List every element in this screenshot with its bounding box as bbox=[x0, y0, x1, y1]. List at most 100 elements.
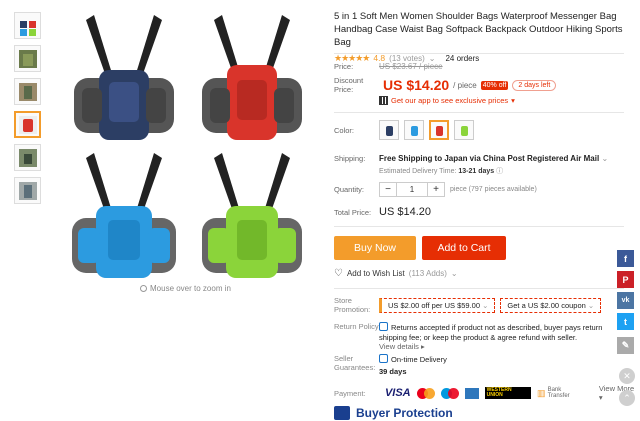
thumbnail-3[interactable] bbox=[14, 78, 41, 105]
shield-icon bbox=[334, 406, 350, 420]
thumbnail-6[interactable] bbox=[14, 177, 41, 204]
wishlist-row[interactable]: ♡ Add to Wish List (113 Adds) ⌄ bbox=[334, 268, 458, 279]
buy-now-button[interactable]: Buy Now bbox=[334, 236, 416, 260]
qr-code-icon bbox=[379, 96, 388, 105]
caret-down-icon: ▾ bbox=[511, 96, 515, 105]
divider bbox=[334, 226, 624, 227]
discount-price-row: Discount Price: US $14.20 / piece 40% of… bbox=[334, 76, 557, 94]
delivery-label: Estimated Delivery Time: bbox=[379, 168, 457, 175]
coupon-2-text: Get a US $2.00 coupon bbox=[507, 300, 586, 310]
buyer-protection-text: Buyer Protection bbox=[356, 406, 453, 420]
add-to-cart-button[interactable]: Add to Cart bbox=[422, 236, 506, 260]
original-price: US $23.67 / piece bbox=[379, 62, 443, 71]
color-swatch-red[interactable] bbox=[429, 120, 449, 140]
price-label: Price: bbox=[334, 62, 354, 71]
chevron-down-icon: ⌄ bbox=[482, 300, 489, 310]
maestro-icon bbox=[440, 387, 459, 399]
thumbnail-2[interactable] bbox=[14, 45, 41, 72]
shipping-row: Shipping: Free Shipping to Japan via Chi… bbox=[334, 154, 608, 176]
product-title: 5 in 1 Soft Men Women Shoulder Bags Wate… bbox=[334, 11, 623, 48]
return-icon bbox=[379, 322, 388, 331]
delivery-days: 13-21 days bbox=[458, 168, 495, 175]
shipping-text: Free Shipping to Japan via China Post Re… bbox=[379, 154, 600, 163]
payment-row: Payment: VISA WESTERN UNION ▥ Bank Transf… bbox=[334, 384, 640, 402]
color-swatches bbox=[379, 120, 479, 140]
magnifier-icon bbox=[140, 285, 147, 292]
view-details-link[interactable]: View details ▸ bbox=[379, 342, 625, 352]
color-swatch-navy[interactable] bbox=[379, 120, 399, 140]
western-union-icon: WESTERN UNION bbox=[484, 387, 532, 399]
available-pieces: piece (797 pieces available) bbox=[450, 186, 537, 193]
thumbnail-5[interactable] bbox=[14, 144, 41, 171]
app-promo-text: Get our app to see exclusive prices bbox=[391, 96, 509, 105]
mastercard-icon bbox=[416, 387, 435, 399]
divider bbox=[334, 288, 624, 289]
discount-price-label: Discount Price: bbox=[334, 76, 364, 94]
pinterest-share-icon[interactable]: P bbox=[617, 271, 634, 288]
wishlist-label: Add to Wish List bbox=[346, 269, 405, 278]
product-info-panel: 5 in 1 Soft Men Women Shoulder Bags Wate… bbox=[334, 10, 634, 64]
shipping-label: Shipping: bbox=[334, 154, 366, 163]
bank-transfer-text: Bank Transfer bbox=[547, 387, 570, 399]
thumbnail-1[interactable] bbox=[14, 12, 41, 39]
color-swatch-blue[interactable] bbox=[404, 120, 424, 140]
main-product-image[interactable] bbox=[56, 8, 314, 286]
delivery-icon bbox=[379, 354, 388, 363]
scroll-top-icon[interactable]: ⌃ bbox=[619, 390, 635, 406]
price-unit: / piece bbox=[453, 80, 477, 90]
decrease-button[interactable]: − bbox=[380, 184, 396, 195]
price-row: Price: US $23.67 / piece bbox=[334, 62, 443, 71]
increase-button[interactable]: + bbox=[428, 184, 444, 195]
coupon-store-discount[interactable]: US $2.00 off per US $59.00 ⌄ bbox=[379, 297, 496, 313]
return-policy-row: Return Policy Returns accepted if produc… bbox=[334, 322, 625, 352]
facebook-share-icon[interactable]: f bbox=[617, 250, 634, 267]
guarantee-days: 39 days bbox=[379, 366, 407, 376]
orders-count: 24 orders bbox=[445, 53, 480, 63]
coupon-get-button[interactable]: Get a US $2.00 coupon ⌄ bbox=[500, 297, 602, 313]
return-policy-text: Returns accepted if product not as descr… bbox=[379, 323, 603, 342]
guarantee-item: On-time Delivery bbox=[391, 355, 447, 364]
thumbnail-strip bbox=[14, 12, 44, 210]
buyer-protection-heading[interactable]: Buyer Protection bbox=[334, 406, 453, 420]
days-left-badge: 2 days left bbox=[512, 79, 557, 91]
color-row: Color: bbox=[334, 120, 479, 140]
wishlist-count: (113 Adds) bbox=[408, 269, 447, 278]
total-price: US $14.20 bbox=[379, 206, 431, 218]
quantity-row: Quantity: − 1 + piece (797 pieces availa… bbox=[334, 182, 537, 197]
quantity-input[interactable]: 1 bbox=[396, 183, 428, 196]
color-swatch-green[interactable] bbox=[454, 120, 474, 140]
total-label: Total Price: bbox=[334, 207, 372, 217]
twitter-share-icon[interactable]: t bbox=[617, 313, 634, 330]
chevron-down-icon[interactable]: ⌄ bbox=[601, 154, 608, 163]
amex-icon bbox=[464, 387, 479, 399]
thumbnail-4[interactable] bbox=[14, 111, 41, 138]
zoom-hint: Mouse over to zoom in bbox=[140, 284, 231, 293]
vk-share-icon[interactable]: vk bbox=[617, 292, 634, 309]
bag-red-image bbox=[202, 15, 302, 140]
divider bbox=[334, 53, 624, 54]
bag-blue-image bbox=[72, 153, 176, 278]
visa-icon: VISA bbox=[384, 387, 411, 399]
app-promo-link[interactable]: Get our app to see exclusive prices ▾ bbox=[379, 96, 515, 105]
promotion-row: Store Promotion: US $2.00 off per US $59… bbox=[334, 296, 602, 314]
quantity-stepper: − 1 + bbox=[379, 182, 445, 197]
payment-label: Payment: bbox=[334, 388, 366, 398]
bag-green-image bbox=[202, 153, 302, 278]
bank-transfer-icon: ▥ Bank Transfer bbox=[537, 387, 585, 399]
divider bbox=[334, 112, 624, 113]
chevron-down-icon: ⌄ bbox=[587, 300, 595, 310]
edit-icon[interactable]: ✎ bbox=[617, 337, 634, 354]
view-details-text: View details bbox=[379, 342, 419, 351]
chevron-down-icon[interactable]: ⌄ bbox=[451, 269, 458, 278]
zoom-hint-text: Mouse over to zoom in bbox=[150, 284, 231, 293]
bag-navy-image bbox=[74, 15, 174, 140]
quantity-label: Quantity: bbox=[334, 185, 365, 194]
coupon-1-text: US $2.00 off per US $59.00 bbox=[388, 300, 481, 310]
close-icon[interactable]: ✕ bbox=[619, 368, 635, 384]
heart-icon: ♡ bbox=[334, 268, 343, 279]
help-icon[interactable]: ⓘ bbox=[496, 168, 503, 175]
total-row: Total Price: US $14.20 bbox=[334, 206, 431, 218]
promotion-label: Store Promotion: bbox=[334, 296, 371, 314]
guarantees-row: Seller Guarantees: On-time Delivery 39 d… bbox=[334, 354, 599, 376]
discount-badge: 40% off bbox=[480, 80, 509, 90]
